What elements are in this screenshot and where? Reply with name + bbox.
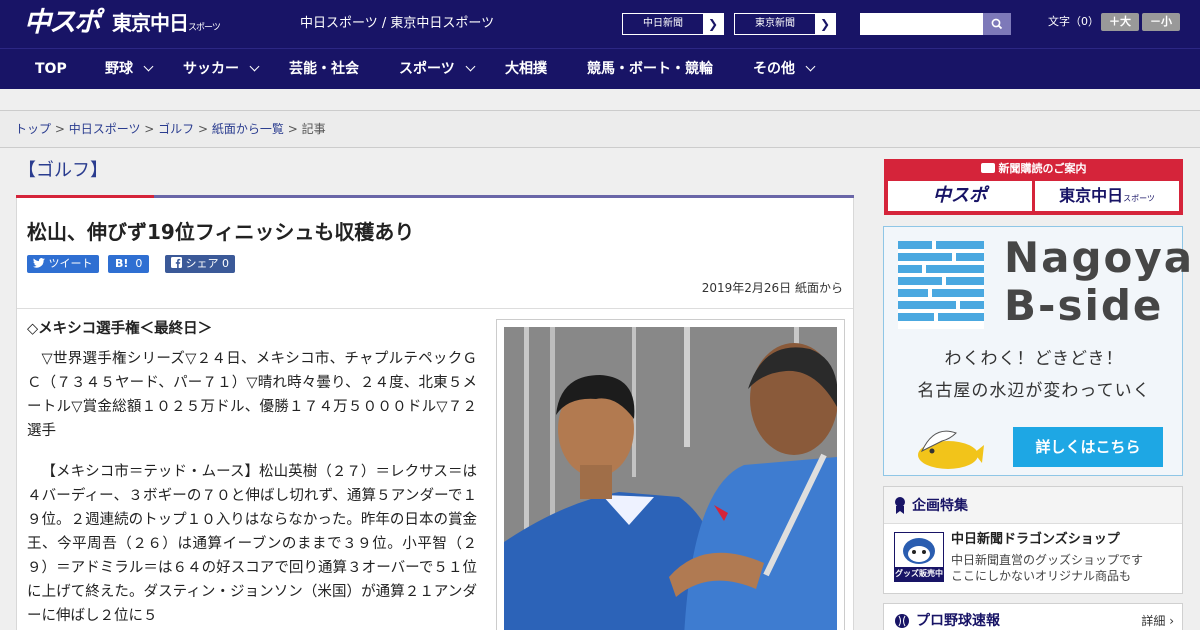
article-photo-frame [496, 319, 845, 630]
search-icon [991, 18, 1003, 30]
article-divider [17, 308, 853, 309]
breadcrumb-separator: > [140, 122, 159, 136]
main-nav: TOP 野球 サッカー 芸能・社会 スポーツ 大相撲 競馬・ボート・競輪 その他 [0, 48, 1200, 89]
baseball-icon [895, 614, 909, 628]
twitter-bird-icon [33, 258, 45, 268]
breadcrumb-paper-list[interactable]: 紙面から一覧 [212, 122, 284, 136]
breadcrumb-separator: > [51, 122, 69, 136]
breadcrumb-current: 記事 [301, 122, 326, 136]
font-decrease-button[interactable]: －小 [1142, 13, 1180, 31]
chevron-down-icon [249, 61, 260, 72]
bside-title-line1: Nagoya [1004, 233, 1195, 282]
search-input[interactable] [860, 13, 983, 35]
pro-baseball-more-link[interactable]: 詳細 › [1141, 612, 1174, 630]
nav-item-top[interactable]: TOP [35, 49, 67, 90]
feature-box-header: 企画特集 [884, 487, 1182, 524]
font-increase-button[interactable]: ＋大 [1101, 13, 1139, 31]
chevron-right-icon: ❯ [707, 17, 719, 31]
category-title: 【ゴルフ】 [18, 160, 108, 181]
chunichi-shimbun-label: 中日新聞 [623, 14, 703, 34]
breadcrumb-separator: > [283, 122, 302, 136]
facebook-share-label: シェア [185, 257, 219, 270]
nav-item-other[interactable]: その他 [753, 49, 816, 90]
nav-item-entertainment[interactable]: 芸能・社会 [289, 49, 359, 90]
subscription-title: 新聞購読のご案内 [884, 159, 1183, 179]
article-paragraph: 【メキシコ市＝テッド・ムース】松山英樹（２７）＝レクサス＝は４バーディー、３ボギ… [27, 464, 477, 624]
feature-box: 企画特集 グッズ販売中 中日新聞ドラゴンズショップ 中日新聞直営のグッズショップ… [883, 486, 1183, 594]
bside-catchcopy-1: わくわく！どきどき！ [944, 349, 1124, 369]
dragons-shop-thumbnail[interactable]: グッズ販売中 [894, 532, 944, 582]
nav-item-racing[interactable]: 競馬・ボート・競輪 [587, 49, 713, 90]
tokyo-chunichi-logo[interactable]: 東京中日スポーツ [112, 9, 221, 42]
font-size-label: 文字（0） [1048, 15, 1099, 28]
nav-item-label: 芸能・社会 [289, 61, 359, 77]
article-headline: 松山、伸びず19位フィニッシュも収穫あり [27, 220, 415, 244]
nav-item-sumo[interactable]: 大相撲 [505, 49, 547, 90]
hatena-icon: B! [115, 257, 129, 270]
tweet-button[interactable]: ツイート [27, 255, 99, 273]
article-lead: ◇メキシコ選手権＜最終日＞ [27, 321, 213, 337]
hatena-bookmark-button[interactable]: B! 0 [108, 255, 150, 273]
dragons-shop-description-1: 中日新聞直営のグッズショップです [951, 553, 1144, 567]
chevron-right-icon: ❯ [819, 17, 831, 31]
ribbon-icon [895, 497, 905, 514]
article-paragraph: ▽世界選手権シリーズ▽２４日、メキシコ市、チャプルテペックＧＣ（７３４５ヤード、… [27, 351, 477, 439]
subscribe-chuspo-logo[interactable]: 中スポ [888, 181, 1032, 211]
feature-box-title: 企画特集 [912, 498, 968, 514]
bside-bricks-icon [898, 241, 984, 329]
golfers-handshake-photo [504, 327, 837, 630]
subscribe-tokyo-text: 東京中日 [1059, 186, 1124, 205]
newspaper-icon [980, 163, 995, 173]
site-tagline: 中日スポーツ / 東京中日スポーツ [300, 16, 495, 31]
chuspo-logo[interactable]: 中スポ [24, 6, 101, 40]
nagoya-bside-ad[interactable]: Nagoya B-side わくわく！どきどき！ 名古屋の水辺が変わっていく 詳… [883, 226, 1192, 476]
nav-item-label: サッカー [183, 61, 239, 77]
tweet-label: ツイート [48, 257, 93, 270]
search-button[interactable] [983, 13, 1011, 35]
bside-title-line2: B-side [1004, 281, 1164, 330]
facebook-share-button[interactable]: シェア 0 [165, 255, 235, 273]
shachihoko-mascot-icon [918, 430, 984, 469]
article-panel: 松山、伸びず19位フィニッシュも収穫あり ツイート B! 0 シェア 0 201… [16, 198, 854, 630]
facebook-icon [171, 257, 182, 268]
tokyo-shimbun-label: 東京新聞 [735, 14, 815, 34]
bside-catchcopy-2: 名古屋の水辺が変わっていく [917, 381, 1151, 401]
subscribe-tokyo-chunichi-logo[interactable]: 東京中日スポーツ [1035, 181, 1179, 211]
site-header: 中スポ 東京中日スポーツ 中日スポーツ / 東京中日スポーツ 中日新聞 ❯ 東京… [0, 0, 1200, 48]
nav-item-soccer[interactable]: サッカー [183, 49, 260, 90]
breadcrumb-chunichi-sports[interactable]: 中日スポーツ [69, 122, 141, 136]
nav-item-label: スポーツ [399, 61, 455, 77]
article-photo[interactable] [504, 327, 837, 630]
tokyo-logo-text: 東京中日 [112, 11, 189, 35]
nav-item-label: その他 [753, 61, 795, 77]
dragons-shop-badge: グッズ販売中 [895, 569, 943, 578]
chevron-down-icon [465, 61, 476, 72]
breadcrumb-top[interactable]: トップ [15, 122, 51, 136]
nav-item-label: 競馬・ボート・競輪 [587, 61, 713, 77]
nav-item-label: 大相撲 [505, 61, 547, 77]
breadcrumb: トップ > 中日スポーツ > ゴルフ > 紙面から一覧 > 記事 [0, 110, 1200, 148]
nav-item-sports[interactable]: スポーツ [399, 49, 476, 90]
hatena-count: 0 [135, 257, 143, 270]
breadcrumb-golf[interactable]: ゴルフ [158, 122, 194, 136]
nav-item-label: TOP [35, 61, 67, 77]
chevron-down-icon [143, 61, 154, 72]
subscription-banner[interactable]: 新聞購読のご案内 中スポ 東京中日スポーツ [884, 159, 1183, 215]
bside-details-button[interactable]: 詳しくはこちら [1013, 427, 1163, 467]
breadcrumb-separator: > [194, 122, 212, 136]
tokyo-logo-sub: スポーツ [188, 23, 221, 33]
dragons-shop-link[interactable]: 中日新聞ドラゴンズショップ [951, 531, 1120, 549]
subscription-title-text: 新聞購読のご案内 [998, 162, 1087, 175]
pro-baseball-box: プロ野球速報 詳細 › [883, 603, 1183, 630]
nav-item-label: 野球 [105, 61, 133, 77]
tokyo-shimbun-link[interactable]: 東京新聞 ❯ [734, 13, 836, 35]
chevron-down-icon [805, 61, 816, 72]
facebook-share-count: 0 [222, 257, 229, 270]
pro-baseball-title: プロ野球速報 [916, 613, 1000, 629]
subscribe-tokyo-sub: スポーツ [1123, 194, 1155, 203]
nav-item-baseball[interactable]: 野球 [105, 49, 154, 90]
dragons-shop-description-2: ここにしかないオリジナル商品も [951, 569, 1132, 583]
chunichi-shimbun-link[interactable]: 中日新聞 ❯ [622, 13, 724, 35]
article-date: 2019年2月26日 紙面から [701, 281, 843, 295]
